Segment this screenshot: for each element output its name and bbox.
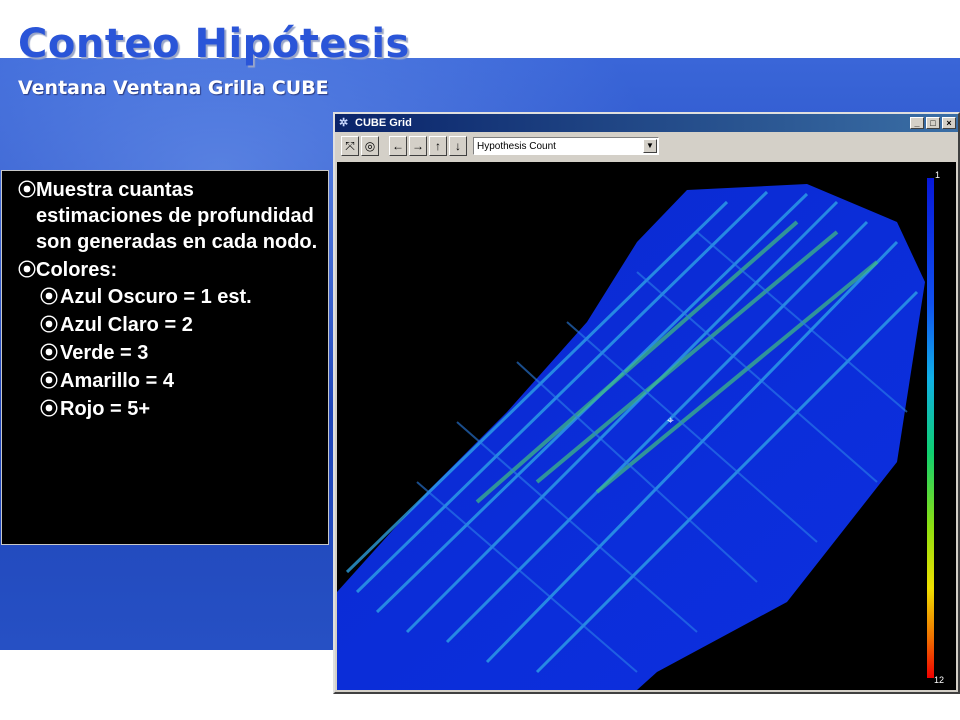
sub-bullet-item: ⦿ Rojo = 5+ xyxy=(8,395,322,423)
bullet-icon: ⦿ xyxy=(40,399,58,419)
color-legend-bar xyxy=(927,178,934,678)
bullet-textbox: ⦿ Muestra cuantas estimaciones de profun… xyxy=(1,170,329,545)
bullet-item: ⦿ Muestra cuantas estimaciones de profun… xyxy=(8,177,322,255)
cursor-icon: ⌖ xyxy=(667,413,674,427)
window-toolbar: ⤧ ◎ ← → ↑ ↓ Hypothesis Count ▼ xyxy=(335,132,958,160)
maximize-button[interactable]: □ xyxy=(926,117,940,129)
minimize-button[interactable]: _ xyxy=(910,117,924,129)
bullet-text: Amarillo = 4 xyxy=(60,370,174,392)
arrow-left-icon[interactable]: ← xyxy=(389,136,407,156)
legend-max-label: 12 xyxy=(934,675,945,685)
bullet-item: ⦿ Colores: xyxy=(8,257,322,283)
bullet-icon: ⦿ xyxy=(40,315,58,335)
bullet-text: Verde = 3 xyxy=(60,342,149,364)
legend-min-label: 1 xyxy=(935,170,941,180)
bullet-icon: ⦿ xyxy=(18,180,36,200)
grid-canvas[interactable]: ⌖ 1 12 xyxy=(337,162,956,690)
bullet-text: Colores: xyxy=(36,259,118,281)
app-icon: ✲ xyxy=(339,117,349,129)
bullet-text: Muestra cuantas estimaciones de profundi… xyxy=(36,179,318,253)
survey-map: ⌖ xyxy=(337,178,934,690)
bullet-icon: ⦿ xyxy=(40,371,58,391)
bullet-icon: ⦿ xyxy=(40,343,58,363)
cube-grid-window: ✲ CUBE Grid _ □ × ⤧ ◎ ← → ↑ ↓ Hypothesis… xyxy=(333,112,960,694)
bullet-icon: ⦿ xyxy=(40,287,58,307)
slide-title: Conteo Hipótesis xyxy=(18,21,410,67)
zoom-icon[interactable]: ⤧ xyxy=(341,136,359,156)
sub-bullet-item: ⦿ Azul Oscuro = 1 est. xyxy=(8,283,322,311)
target-icon[interactable]: ◎ xyxy=(361,136,379,156)
display-mode-select[interactable]: Hypothesis Count ▼ xyxy=(473,137,659,155)
bullet-text: Azul Claro = 2 xyxy=(60,314,193,336)
arrow-up-icon[interactable]: ↑ xyxy=(429,136,447,156)
select-value: Hypothesis Count xyxy=(477,140,556,152)
sub-bullet-item: ⦿ Azul Claro = 2 xyxy=(8,311,322,339)
bullet-text: Rojo = 5+ xyxy=(60,398,151,420)
window-title: CUBE Grid xyxy=(355,117,412,129)
bullet-text: Azul Oscuro = 1 est. xyxy=(60,286,252,308)
chevron-down-icon[interactable]: ▼ xyxy=(643,139,657,153)
arrow-down-icon[interactable]: ↓ xyxy=(449,136,467,156)
close-button[interactable]: × xyxy=(942,117,956,129)
bullet-icon: ⦿ xyxy=(18,260,36,280)
arrow-right-icon[interactable]: → xyxy=(409,136,427,156)
sub-bullet-item: ⦿ Amarillo = 4 xyxy=(8,367,322,395)
sub-bullet-item: ⦿ Verde = 3 xyxy=(8,339,322,367)
slide-subtitle: Ventana Ventana Grilla CUBE xyxy=(18,77,329,99)
window-titlebar[interactable]: ✲ CUBE Grid _ □ × xyxy=(335,114,958,132)
